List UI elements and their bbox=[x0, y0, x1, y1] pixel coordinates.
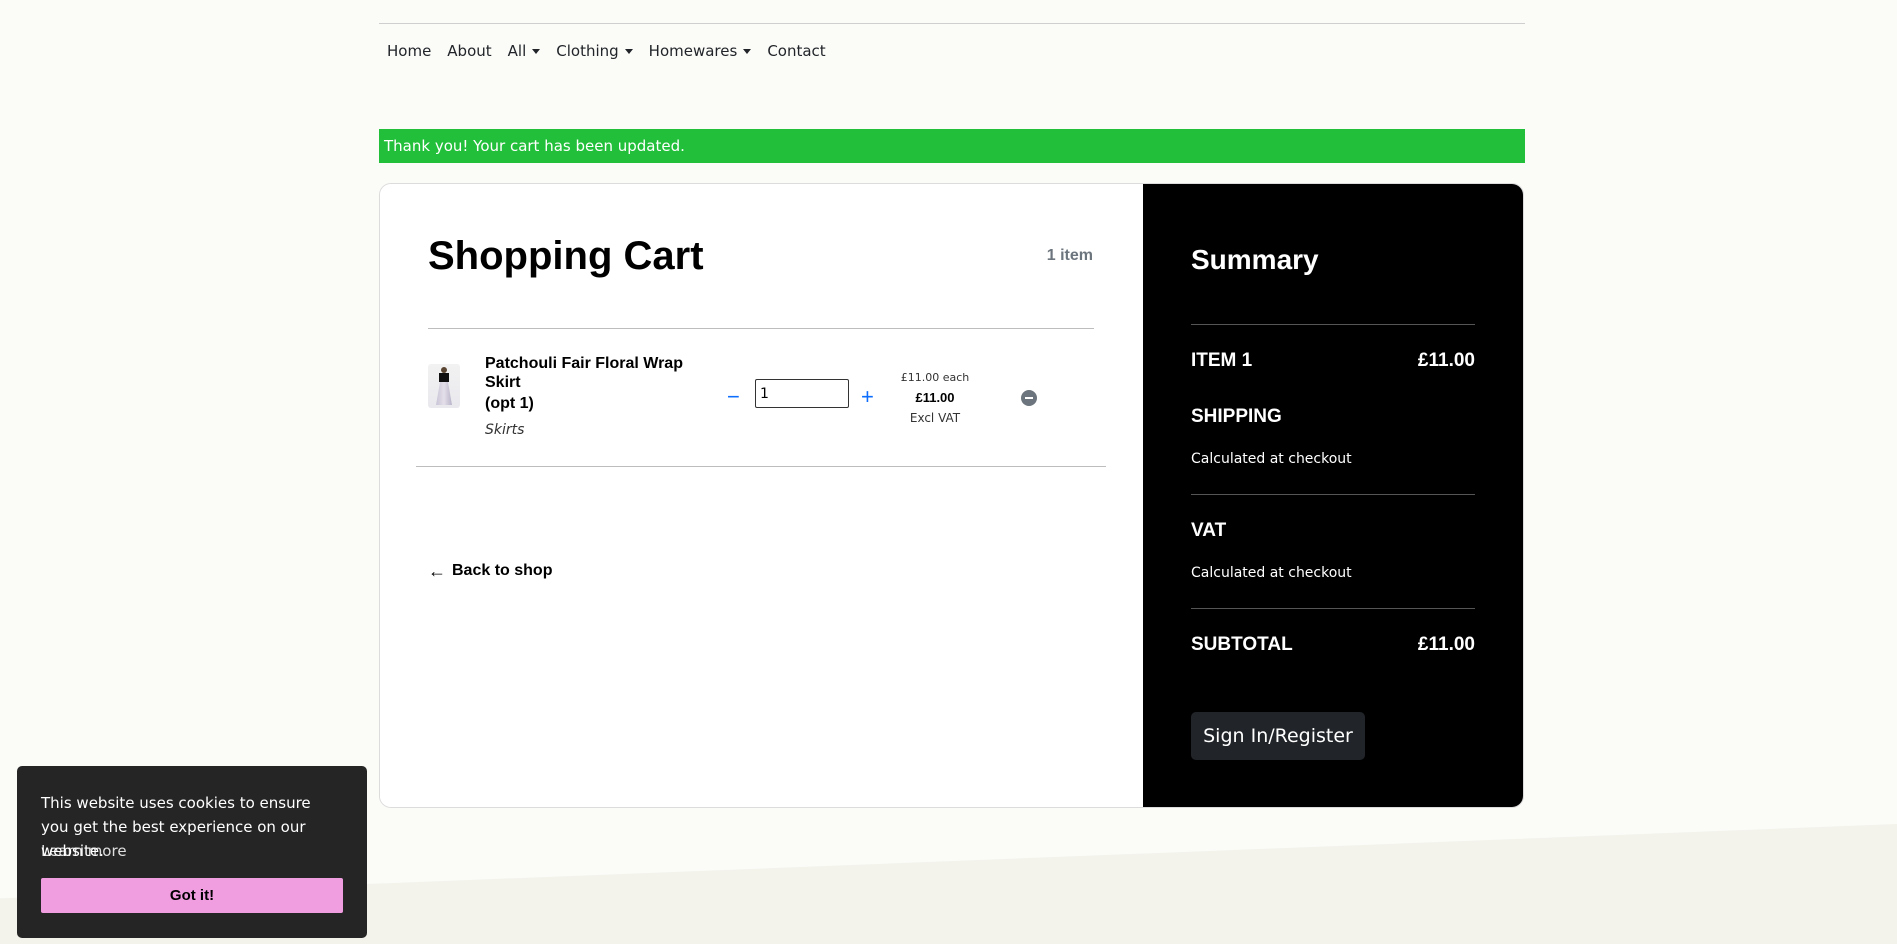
nav-all-dropdown[interactable]: All bbox=[500, 42, 549, 60]
nav-about-label: About bbox=[447, 42, 492, 60]
cart-updated-alert: Thank you! Your cart has been updated. bbox=[379, 129, 1525, 163]
nav-contact-label: Contact bbox=[767, 42, 826, 60]
vat-note: Excl VAT bbox=[909, 411, 961, 425]
line-total: £11.00 bbox=[915, 390, 955, 405]
caret-down-icon bbox=[743, 48, 752, 54]
vat-summary-note: Calculated at checkout bbox=[1191, 565, 1352, 581]
cookie-learn-more-link[interactable]: Learn more bbox=[41, 839, 127, 863]
remove-item-icon[interactable] bbox=[1021, 390, 1037, 406]
quantity-input[interactable] bbox=[755, 379, 849, 408]
product-name[interactable]: Patchouli Fair Floral Wrap Skirt bbox=[485, 354, 705, 392]
arrow-left-icon: ← bbox=[428, 561, 446, 581]
subtotal-label: SUBTOTAL bbox=[1191, 634, 1293, 655]
nav-home[interactable]: Home bbox=[379, 42, 439, 60]
caret-down-icon bbox=[532, 48, 541, 54]
top-divider bbox=[379, 23, 1525, 24]
back-to-shop-link[interactable]: ← Back to shop bbox=[428, 562, 552, 580]
cart-panel: Shopping Cart 1 item Patchouli Fair Flor… bbox=[380, 184, 1143, 807]
summary-item-value: £11.00 bbox=[1417, 350, 1475, 371]
divider bbox=[428, 328, 1094, 329]
thumbnail-figure-top bbox=[439, 373, 449, 382]
nav-contact[interactable]: Contact bbox=[759, 42, 833, 60]
subtotal-value: £11.00 bbox=[1417, 634, 1475, 655]
cookie-accept-button[interactable]: Got it! bbox=[41, 878, 343, 913]
page-title: Shopping Cart bbox=[428, 234, 704, 278]
divider bbox=[1191, 494, 1475, 495]
summary-item-row: ITEM 1 £11.00 bbox=[1191, 350, 1475, 372]
product-thumbnail[interactable] bbox=[428, 364, 460, 408]
summary-title: Summary bbox=[1191, 244, 1319, 275]
nav-clothing-dropdown[interactable]: Clothing bbox=[548, 42, 640, 60]
main-nav: Home About All Clothing Homewares Contac… bbox=[379, 42, 834, 60]
product-option: (opt 1) bbox=[485, 395, 534, 412]
divider bbox=[1191, 324, 1475, 325]
vat-label: VAT bbox=[1191, 520, 1227, 541]
sign-in-register-button[interactable]: Sign In/Register bbox=[1191, 712, 1365, 760]
unit-price: £11.00 each bbox=[900, 371, 970, 384]
divider bbox=[1191, 608, 1475, 609]
summary-item-label: ITEM 1 bbox=[1191, 350, 1253, 371]
thumbnail-figure-skirt bbox=[436, 382, 452, 405]
nav-homewares-label: Homewares bbox=[648, 42, 738, 60]
nav-homewares-dropdown[interactable]: Homewares bbox=[641, 42, 760, 60]
cart-card: Shopping Cart 1 item Patchouli Fair Flor… bbox=[379, 183, 1524, 808]
nav-home-label: Home bbox=[387, 42, 432, 60]
nav-about[interactable]: About bbox=[439, 42, 499, 60]
decrease-quantity-button[interactable]: − bbox=[727, 384, 740, 410]
caret-down-icon bbox=[624, 48, 633, 54]
back-to-shop-label: Back to shop bbox=[452, 562, 553, 579]
item-count: 1 item bbox=[1046, 247, 1093, 264]
nav-clothing-label: Clothing bbox=[556, 42, 619, 60]
summary-panel: Summary ITEM 1 £11.00 SHIPPING Calculate… bbox=[1143, 184, 1523, 807]
divider bbox=[416, 466, 1106, 467]
cookie-banner: This website uses cookies to ensure you … bbox=[17, 766, 367, 938]
nav-all-label: All bbox=[507, 42, 527, 60]
increase-quantity-button[interactable]: + bbox=[861, 384, 874, 410]
shipping-note: Calculated at checkout bbox=[1191, 451, 1352, 467]
subtotal-row: SUBTOTAL £11.00 bbox=[1191, 634, 1475, 656]
product-category: Skirts bbox=[485, 422, 525, 438]
shipping-label: SHIPPING bbox=[1191, 406, 1282, 427]
